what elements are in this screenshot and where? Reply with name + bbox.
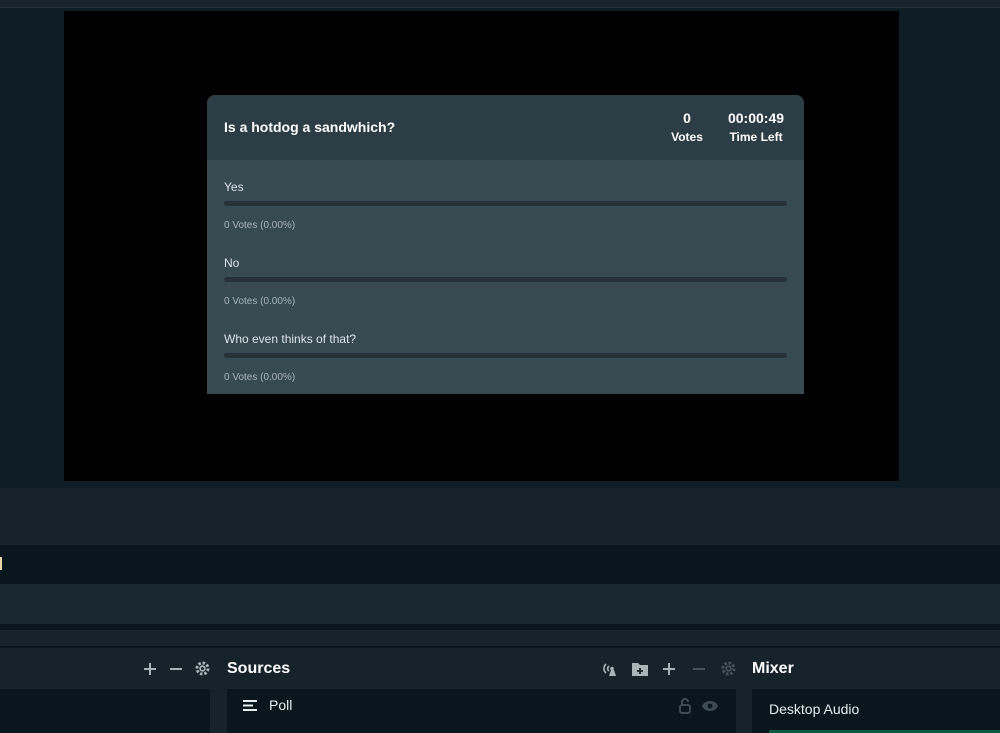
folder-add-icon[interactable] bbox=[630, 659, 649, 678]
poll-option: Who even thinks of that? 0 Votes (0.00%) bbox=[224, 332, 787, 383]
gear-icon[interactable] bbox=[193, 659, 212, 678]
plus-icon[interactable] bbox=[660, 660, 678, 678]
playhead-marker bbox=[0, 557, 2, 570]
preview-canvas[interactable]: Is a hotdog a sandwhich? 0 Votes 00:00:4… bbox=[64, 11, 899, 481]
gear-icon[interactable] bbox=[719, 659, 738, 678]
timeline-row-alt bbox=[0, 584, 1000, 624]
minus-icon[interactable] bbox=[690, 660, 708, 678]
poll-option-count: 0 Votes (0.00%) bbox=[224, 220, 296, 231]
source-item-label: Poll bbox=[269, 697, 293, 713]
poll-option-label: Yes bbox=[224, 180, 244, 194]
poll-question: Is a hotdog a sandwhich? bbox=[224, 119, 396, 135]
poll-option: Yes 0 Votes (0.00%) bbox=[224, 180, 787, 231]
poll-option-count: 0 Votes (0.00%) bbox=[224, 296, 296, 307]
poll-option: No 0 Votes (0.00%) bbox=[224, 256, 787, 307]
sources-list: Poll bbox=[227, 689, 736, 733]
poll-option-bar bbox=[224, 201, 787, 206]
minus-icon[interactable] bbox=[167, 660, 185, 678]
lock-icon[interactable] bbox=[677, 698, 693, 714]
eye-icon[interactable] bbox=[701, 698, 719, 714]
sources-title: Sources bbox=[227, 660, 291, 677]
poll-option-bar bbox=[224, 277, 787, 282]
poll-time-value: 00:00:49 bbox=[727, 110, 785, 126]
mixer-title: Mixer bbox=[752, 660, 794, 677]
dock-handle-bar bbox=[0, 630, 1000, 646]
poll-header: Is a hotdog a sandwhich? 0 Votes 00:00:4… bbox=[207, 95, 804, 160]
poll-option-label: Who even thinks of that? bbox=[224, 332, 357, 346]
mixer-item-label: Desktop Audio bbox=[769, 701, 860, 717]
poll-time-label: Time Left bbox=[729, 130, 783, 144]
list-icon bbox=[243, 699, 257, 712]
poll-option-bar bbox=[224, 353, 787, 358]
toolbar-strip bbox=[0, 488, 1000, 503]
poll-widget: Is a hotdog a sandwhich? 0 Votes 00:00:4… bbox=[207, 95, 804, 394]
timeline-row bbox=[0, 545, 1000, 584]
poll-votes-stat: 0 Votes bbox=[669, 110, 705, 145]
poll-votes-label: Votes bbox=[671, 130, 703, 144]
poll-option-label: No bbox=[224, 256, 240, 270]
poll-votes-value: 0 bbox=[683, 110, 691, 126]
source-item-poll[interactable]: Poll bbox=[227, 689, 736, 723]
poll-time-stat: 00:00:49 Time Left bbox=[723, 110, 789, 145]
top-strip bbox=[0, 0, 1000, 8]
broadcast-icon[interactable] bbox=[601, 659, 620, 678]
poll-option-count: 0 Votes (0.00%) bbox=[224, 372, 296, 383]
scenes-list[interactable] bbox=[0, 689, 210, 733]
plus-icon[interactable] bbox=[141, 660, 159, 678]
mixer-list: Desktop Audio bbox=[752, 689, 1000, 733]
controls-row bbox=[0, 505, 1000, 545]
